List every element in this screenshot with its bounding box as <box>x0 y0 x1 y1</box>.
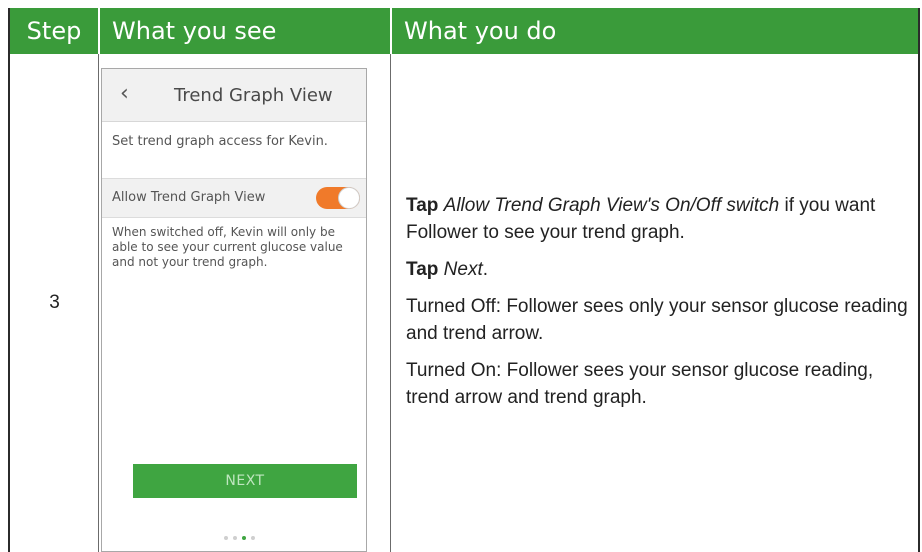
allow-trend-graph-row: Allow Trend Graph View <box>102 178 366 218</box>
page-dot <box>224 536 228 540</box>
column-divider <box>390 54 391 552</box>
page-dot-active <box>242 536 246 540</box>
header-divider <box>98 8 100 54</box>
instructions: Tap Allow Trend Graph View's On/Off swit… <box>406 192 916 421</box>
instruction-rest: . <box>482 259 489 280</box>
page-dot <box>233 536 237 540</box>
header-what-you-do: What you do <box>404 17 557 45</box>
instruction-2: Tap Next. <box>406 256 916 283</box>
instruction-turned-off: Turned Off: Follower sees only your sens… <box>406 296 908 344</box>
next-button[interactable]: NEXT <box>133 464 357 498</box>
phone-note: When switched off, Kevin will only be ab… <box>112 225 343 269</box>
phone-header: ‹ Trend Graph View <box>102 69 366 122</box>
instruction-verb: Tap <box>406 195 439 216</box>
toggle-knob <box>338 187 360 209</box>
instruction-turned-on: Turned On: Follower sees your sensor glu… <box>406 360 874 408</box>
header-divider <box>390 8 392 54</box>
instruction-target: Next <box>443 259 483 280</box>
header-what-you-see: What you see <box>112 17 277 45</box>
toggle-label: Allow Trend Graph View <box>112 190 266 205</box>
phone-screenshot: ‹ Trend Graph View Set trend graph acces… <box>101 68 367 552</box>
instruction-verb: Tap <box>406 259 439 280</box>
instruction-1: Tap Allow Trend Graph View's On/Off swit… <box>406 192 916 246</box>
step-number: 3 <box>49 292 60 313</box>
instruction-table: Step What you see What you do 3 ‹ Trend … <box>8 8 920 552</box>
instruction-target: Allow Trend Graph View's On/Off switch <box>443 195 780 216</box>
page-dot <box>251 536 255 540</box>
back-chevron-icon[interactable]: ‹ <box>120 83 129 105</box>
phone-description: Set trend graph access for Kevin. <box>112 134 328 149</box>
page-indicator <box>224 536 255 540</box>
phone-title: Trend Graph View <box>174 85 333 106</box>
table-header: Step What you see What you do <box>10 8 918 54</box>
header-step: Step <box>26 17 82 45</box>
allow-trend-graph-toggle[interactable] <box>316 187 360 209</box>
